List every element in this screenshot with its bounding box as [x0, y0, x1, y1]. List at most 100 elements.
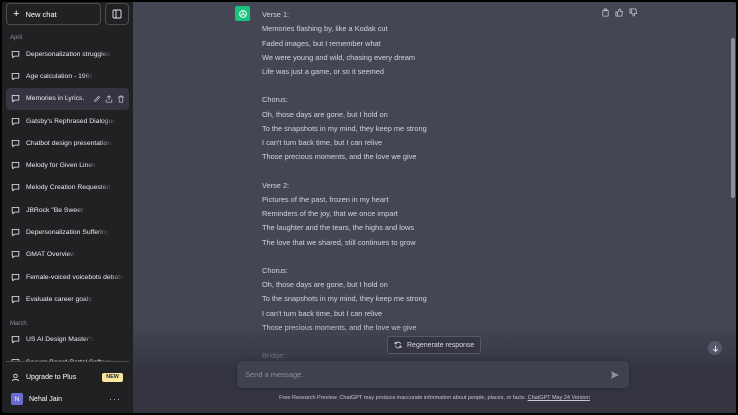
chat-history-item[interactable]: Depersonalization Suffering — [6, 221, 129, 243]
chat-bubble-icon — [11, 358, 20, 361]
plus-icon: + — [13, 7, 20, 20]
toggle-sidebar-button[interactable] — [105, 3, 129, 25]
chat-bubble-icon — [11, 95, 20, 103]
chat-bubble-icon — [11, 117, 20, 125]
footer-disclaimer: Free Research Preview. ChatGPT may produ… — [133, 395, 736, 401]
sidebar-toggle-icon — [112, 9, 122, 19]
trash-icon[interactable] — [117, 95, 125, 103]
lyrics-stanza: Chorus: Oh, those days are gone, but I ho… — [262, 93, 562, 164]
chat-bubble-icon — [11, 139, 20, 148]
chat-history-item[interactable]: Melody Creation Requested. — [6, 177, 129, 199]
chat-history-item[interactable]: Secure Board Portal Software — [6, 351, 129, 361]
section-label: March — [10, 320, 27, 327]
chat-bubble-icon — [11, 72, 20, 81]
send-icon — [611, 370, 620, 379]
lyric-line: Oh, those days are gone, but I hold on — [262, 280, 388, 290]
scroll-down-button[interactable] — [708, 341, 722, 355]
chat-title: Female-voiced voicebots debate — [26, 273, 124, 281]
chat-bubble-icon — [11, 336, 20, 344]
chat-bubble-icon — [11, 273, 20, 281]
lyrics-stanza: Verse 2: Pictures of the past, frozen in … — [262, 179, 562, 250]
user-name: Nehal Jain — [29, 395, 63, 403]
chat-title: Gatsby's Rephrased Dialogue — [26, 117, 117, 125]
lyrics-stanza: Verse 1: Memories flashing by, like a Kod… — [262, 8, 562, 79]
lyric-line: Pictures of the past, frozen in my heart — [262, 194, 389, 204]
share-icon[interactable] — [105, 95, 113, 103]
chat-bubble-icon — [11, 162, 20, 170]
lyric-line: Reminders of the joy, that we once impar… — [262, 209, 398, 219]
stanza-heading: Chorus: — [262, 265, 288, 275]
lyric-line: The love that we shared, still continues… — [262, 237, 416, 247]
regenerate-label: Regenerate response — [407, 341, 475, 349]
chat-bubble-icon — [11, 251, 20, 259]
chat-title: Depersonalization Suffering — [26, 229, 110, 237]
avatar: N — [11, 393, 23, 405]
upgrade-label: Upgrade to Plus — [26, 373, 77, 381]
lyric-line: We were young and wild, chasing every dr… — [262, 52, 416, 62]
chat-title: US AI Design Master's — [26, 336, 94, 344]
chat-title: Melody for Given Lines. — [26, 162, 98, 170]
chat-title: Chatbot design presentation. — [26, 139, 113, 147]
chat-title: Age calculation - 1968 — [26, 72, 94, 80]
upgrade-button[interactable]: Upgrade to Plus NEW — [6, 366, 129, 388]
chat-title: Memories in Lyrics. — [26, 95, 85, 103]
section-label: April — [10, 35, 23, 41]
chat-title: Depersonalization struggles. — [26, 50, 112, 58]
lyric-line: To the snapshots in my mind, they keep m… — [262, 123, 427, 133]
sidebar-top-row: + New chat — [6, 3, 129, 25]
chat-title: Evaluate career goals. — [26, 295, 94, 303]
chat-item-actions — [93, 95, 125, 103]
chat-history-item[interactable]: US AI Design Master's — [6, 329, 129, 351]
chat-title: GMAT Overview — [26, 251, 76, 259]
sidebar-footer: Upgrade to Plus NEW N Nehal Jain ··· — [6, 361, 129, 413]
lyric-line: Life was just a game, or so it seemed — [262, 67, 385, 77]
sidebar: + New chat April Depersonalization strugg… — [2, 2, 133, 413]
chat-history-item[interactable]: Memories in Lyrics. — [6, 87, 129, 110]
lyric-line: The laughter and the tears, the highs an… — [262, 223, 415, 233]
chat-bubble-icon — [11, 295, 20, 304]
lyric-line: To the snapshots in my mind, they keep m… — [262, 294, 427, 304]
chat-title: Melody Creation Requested. — [26, 184, 113, 192]
chat-history-item[interactable]: Gatsby's Rephrased Dialogue — [6, 110, 129, 132]
chatgpt-logo-icon — [235, 6, 250, 21]
chat-bubble-icon — [11, 50, 20, 58]
stanza-heading: Chorus: — [262, 95, 288, 105]
chat-bubble-icon — [11, 206, 20, 214]
chat-history-item[interactable]: Depersonalization struggles. — [6, 43, 129, 65]
chat-bubble-icon — [11, 184, 20, 192]
lyric-line: Oh, those days are gone, but I hold on — [262, 109, 388, 119]
chat-history-list: April Depersonalization struggles. Age cal… — [6, 25, 129, 361]
lyric-line: Those precious moments, and the love we … — [262, 152, 417, 162]
regenerate-response-button[interactable]: Regenerate response — [387, 336, 482, 354]
new-chat-button[interactable]: + New chat — [6, 3, 101, 25]
lyric-line: Memories flashing by, like a Kodak cut — [262, 24, 388, 34]
lyric-line: Faded images, but I remember what — [262, 38, 381, 48]
chat-history-item[interactable]: Female-voiced voicebots debate — [6, 266, 129, 288]
thumbs-up-icon[interactable] — [615, 8, 624, 17]
chat-history-item[interactable]: JBRock "Be Sweet" — [6, 199, 129, 221]
chat-history-item[interactable]: GMAT Overview — [6, 244, 129, 266]
version-link[interactable]: ChatGPT May 24 Version — [528, 395, 590, 401]
arrow-down-icon — [712, 345, 718, 352]
disclaimer-text: Free Research Preview. ChatGPT may produ… — [279, 395, 527, 401]
message-actions — [601, 8, 638, 17]
refresh-icon — [394, 341, 402, 349]
chat-history-item[interactable]: Evaluate career goals. — [6, 288, 129, 310]
chat-history-item[interactable]: Age calculation - 1968 — [6, 65, 129, 87]
chat-history-item[interactable]: Chatbot design presentation. — [6, 132, 129, 154]
send-button[interactable] — [609, 369, 621, 381]
stanza-heading: Verse 1: — [262, 10, 290, 19]
more-options-icon[interactable]: ··· — [109, 394, 121, 404]
chat-history-item[interactable]: Melody for Given Lines. — [6, 154, 129, 176]
conversation-area: Verse 1: Memories flashing by, like a Kod… — [133, 2, 736, 413]
message-input[interactable] — [245, 370, 609, 379]
thumbs-down-icon[interactable] — [629, 8, 638, 17]
chat-title: Secure Board Portal Software — [26, 359, 116, 362]
chat-title: JBRock "Be Sweet" — [26, 206, 86, 214]
user-menu-button[interactable]: N Nehal Jain ··· — [6, 388, 129, 410]
edit-icon[interactable] — [93, 95, 101, 103]
copy-icon[interactable] — [601, 8, 610, 17]
user-icon — [11, 373, 20, 381]
scrollbar[interactable] — [731, 38, 735, 198]
lyric-line: I can't turn back time, but I can relive — [262, 308, 383, 318]
